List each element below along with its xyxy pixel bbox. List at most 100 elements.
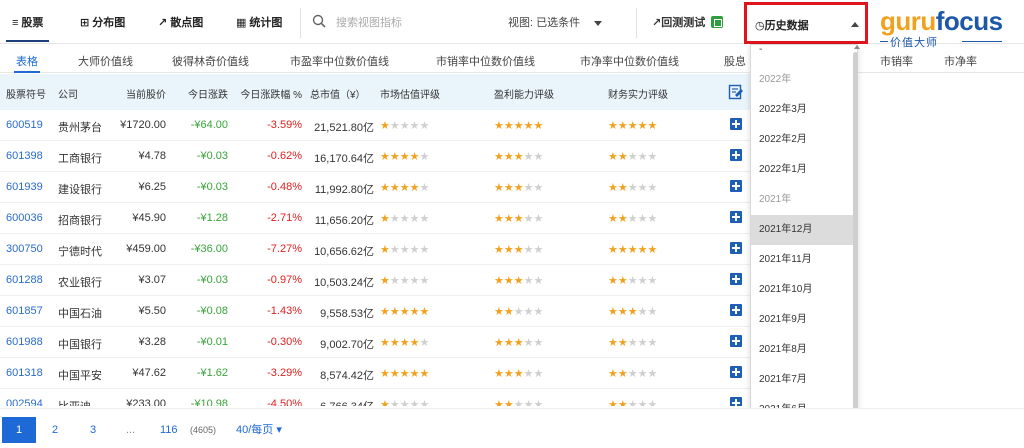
table-row[interactable]: 601398 工商银行 ¥4.78 -¥0.03 -0.62% 16,170.64亿 ★★★… [0,141,752,172]
scrollbar-thumb[interactable] [853,52,858,414]
logo-guru-text: guru [880,6,936,36]
edit-columns-icon[interactable] [728,84,744,100]
dropdown-option[interactable]: - [751,45,857,65]
dropdown-option[interactable]: 2021年11月 [751,245,857,275]
star-empty-icon: ★ [523,275,534,287]
add-to-watchlist-icon[interactable] [730,366,742,378]
dropdown-option[interactable]: 2021年7月 [751,365,857,395]
col-finance-header[interactable]: 财务实力评级 [608,86,668,101]
add-to-watchlist-icon[interactable] [730,149,742,161]
company-name[interactable]: 农业银行 [58,274,102,290]
add-to-watchlist-icon[interactable] [730,242,742,254]
stock-code[interactable]: 601988 [6,336,43,348]
add-to-watchlist-icon[interactable] [730,397,742,406]
tab-pb[interactable]: 市净率 [944,53,977,69]
stock-code[interactable]: 601288 [6,274,43,286]
tab-peter-lynch-value-line[interactable]: 彼得林奇价值线 [172,53,249,69]
stock-code[interactable]: 601318 [6,367,43,379]
star-filled-icon: ★ [617,368,628,380]
dropdown-option[interactable]: 2021年9月 [751,305,857,335]
company-name[interactable]: 宁德时代 [58,243,102,259]
tab-ps-median-value-line[interactable]: 市销率中位数价值线 [436,53,535,69]
dropdown-option[interactable]: 2022年2月 [751,125,857,155]
stock-code[interactable]: 601398 [6,150,43,162]
scroll-up-arrow-icon[interactable] [854,45,860,49]
tab-dividend[interactable]: 股息 [724,53,746,69]
tab-table[interactable]: 表格 [14,53,40,73]
company-name[interactable]: 工商银行 [58,150,102,166]
search-box[interactable] [312,12,492,34]
stock-code[interactable]: 601939 [6,181,43,193]
tab-pe-median-value-line[interactable]: 市盈率中位数价值线 [290,53,389,69]
star-empty-icon: ★ [389,244,400,256]
star-filled-icon: ★ [617,182,628,194]
col-valuation-header[interactable]: 市场估值评级 [380,86,440,101]
page-2-button[interactable]: 2 [52,419,58,441]
history-data-button[interactable]: ◷历史数据 [744,2,868,44]
stock-code[interactable]: 300750 [6,243,43,255]
stock-code[interactable]: 600519 [6,119,43,131]
add-to-watchlist-icon[interactable] [730,211,742,223]
dropdown-option[interactable]: 2022年3月 [751,95,857,125]
star-empty-icon: ★ [637,368,648,380]
tab-guru-value-line[interactable]: 大师价值线 [78,53,133,69]
table-row[interactable]: 601857 中国石油 ¥5.50 -¥0.08 -1.43% 9,558.53亿 ★★★★… [0,296,752,327]
view-stocks-button[interactable]: ≡ 股票 [5,14,50,42]
view-stats-button[interactable]: ▦ 统计图 [236,14,282,32]
search-input[interactable] [336,12,486,34]
view-distribution-button[interactable]: ⊞ 分布图 [80,14,125,32]
add-to-watchlist-icon[interactable] [730,118,742,130]
backtest-button[interactable]: ↗回测测试 [652,14,724,30]
company-name[interactable]: 招商银行 [58,212,102,228]
table-row[interactable]: 601318 中国平安 ¥47.62 -¥1.62 -3.29% 8,574.42亿 ★★★… [0,358,752,389]
dropdown-option[interactable]: 2021年8月 [751,335,857,365]
star-empty-icon: ★ [389,275,400,287]
col-profit-header[interactable]: 盈利能力评级 [494,86,554,101]
excel-export-icon[interactable] [711,16,724,28]
dropdown-scrollbar[interactable] [852,44,860,422]
col-name-header[interactable]: 公司 [58,86,78,101]
dropdown-option[interactable]: 2021年12月 [751,215,857,245]
col-code-header[interactable]: 股票符号 [6,86,46,101]
add-to-watchlist-icon[interactable] [730,335,742,347]
financial-strength-rating: ★★★★★ [608,398,657,406]
add-to-watchlist-icon[interactable] [730,180,742,192]
company-name[interactable]: 中国石油 [58,305,102,321]
company-name[interactable]: 建设银行 [58,181,102,197]
dropdown-option[interactable]: 2021年10月 [751,275,857,305]
company-name[interactable]: 中国平安 [58,367,102,383]
company-name[interactable]: 比亚迪 [58,398,91,406]
col-pct-header[interactable]: 今日涨跌幅 % [230,86,302,101]
add-to-watchlist-icon[interactable] [730,273,742,285]
page-ellipsis: ... [126,424,136,436]
table-row[interactable]: 600519 贵州茅台 ¥1720.00 -¥64.00 -3.59% 21,521.80… [0,110,752,141]
col-chg-header[interactable]: 今日涨跌 [176,86,228,101]
company-name[interactable]: 中国银行 [58,336,102,352]
page-1-button[interactable]: 1 [2,417,36,443]
view-select[interactable]: 视图: 已选条件 [508,14,603,30]
col-price-header[interactable]: 当前股价 [116,86,166,101]
table-row[interactable]: 300750 宁德时代 ¥459.00 -¥36.00 -7.27% 10,656.62亿… [0,234,752,265]
stock-code[interactable]: 002594 [6,398,43,406]
table-row[interactable]: 002594比亚迪¥233.00-¥10.98-4.50%6,766.34亿★★… [0,389,752,406]
col-mcap-header[interactable]: 总市值（¥） [310,86,366,101]
star-empty-icon: ★ [419,182,430,194]
current-price: ¥1720.00 [120,119,166,131]
table-row[interactable]: 601988 中国银行 ¥3.28 -¥0.01 -0.30% 9,002.70亿 ★★★★… [0,327,752,358]
table-row[interactable]: 601288 农业银行 ¥3.07 -¥0.03 -0.97% 10,503.24亿 ★★★… [0,265,752,296]
stock-code[interactable]: 600036 [6,212,43,224]
list-icon: ≡ [12,17,19,29]
page-last-button[interactable]: 116 [160,419,178,441]
table-row[interactable]: 601939 建设银行 ¥6.25 -¥0.03 -0.48% 11,992.80亿 ★★★… [0,172,752,203]
tab-ps[interactable]: 市销率 [880,53,913,69]
stock-code[interactable]: 601857 [6,305,43,317]
current-price: ¥4.78 [138,150,166,162]
page-3-button[interactable]: 3 [90,419,96,441]
dropdown-option[interactable]: 2022年1月 [751,155,857,185]
add-to-watchlist-icon[interactable] [730,304,742,316]
table-row[interactable]: 600036 招商银行 ¥45.90 -¥1.28 -2.71% 11,656.20亿 ★★… [0,203,752,234]
company-name[interactable]: 贵州茅台 [58,119,102,135]
view-scatter-button[interactable]: ↗ 散点图 [158,14,203,32]
per-page-select[interactable]: 40/每页 ▾ [236,419,282,441]
tab-pb-median-value-line[interactable]: 市净率中位数价值线 [580,53,679,69]
